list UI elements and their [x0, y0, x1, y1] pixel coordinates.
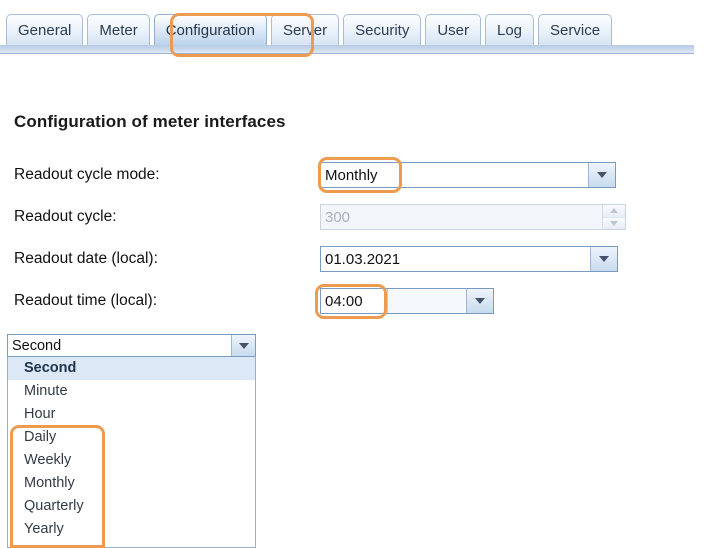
dropdown-option-hour[interactable]: Hour	[8, 403, 255, 426]
select-cycle-mode-open[interactable]: Second	[7, 334, 256, 357]
spinner-down-icon[interactable]	[603, 216, 625, 229]
field-readout-time-wrap: 04:00	[320, 288, 494, 314]
select-readout-time-button[interactable]	[466, 289, 493, 313]
chevron-down-icon	[597, 172, 607, 178]
stepper-readout-cycle-value: 300	[325, 208, 351, 226]
dropdown-option-list: Second Minute Hour Daily Weekly Monthly …	[7, 357, 256, 548]
dropdown-option-weekly[interactable]: Weekly	[8, 449, 255, 472]
select-readout-date-button[interactable]	[590, 247, 617, 271]
tab-strip: General Meter Configuration Server Secur…	[0, 0, 720, 58]
tab-list: General Meter Configuration Server Secur…	[6, 14, 613, 45]
label-readout-time: Readout time (local):	[14, 292, 158, 309]
label-readout-cycle-mode: Readout cycle mode:	[14, 166, 160, 183]
row-readout-cycle: Readout cycle: 300	[14, 204, 714, 230]
chevron-down-icon	[599, 256, 609, 262]
field-readout-date-wrap: 01.03.2021	[320, 246, 618, 272]
select-readout-date-value: 01.03.2021	[321, 247, 590, 271]
select-cycle-mode-open-button[interactable]	[231, 335, 255, 356]
chevron-down-icon	[238, 342, 249, 349]
tab-strip-underline	[0, 45, 694, 54]
field-readout-cycle-wrap: 300	[320, 204, 626, 230]
dropdown-option-quarterly[interactable]: Quarterly	[8, 495, 255, 518]
page-title: Configuration of meter interfaces	[14, 112, 286, 131]
dropdown-option-daily[interactable]: Daily	[8, 426, 255, 449]
tab-log[interactable]: Log	[485, 14, 535, 45]
dropdown-option-minute[interactable]: Minute	[8, 380, 255, 403]
label-readout-cycle: Readout cycle:	[14, 208, 117, 225]
row-readout-time: Readout time (local): 04:00	[14, 288, 714, 314]
select-readout-date[interactable]: 01.03.2021	[320, 246, 618, 272]
dropdown-option-second[interactable]: Second	[8, 357, 255, 380]
tab-general[interactable]: General	[6, 14, 84, 45]
select-readout-cycle-mode-button[interactable]	[588, 163, 615, 187]
dropdown-option-monthly[interactable]: Monthly	[8, 472, 255, 495]
tab-service[interactable]: Service	[538, 14, 613, 45]
select-readout-cycle-mode[interactable]: Monthly	[320, 162, 616, 188]
row-readout-cycle-mode: Readout cycle mode: Monthly	[14, 162, 714, 188]
stepper-readout-cycle[interactable]: 300	[320, 204, 626, 230]
tab-security[interactable]: Security	[343, 14, 422, 45]
spinner-up-icon[interactable]	[603, 205, 625, 217]
select-cycle-mode-open-value: Second	[12, 337, 62, 354]
dropdown-option-yearly[interactable]: Yearly	[8, 518, 255, 541]
tab-user[interactable]: User	[425, 14, 481, 45]
stepper-readout-cycle-buttons[interactable]	[602, 205, 625, 229]
select-readout-cycle-mode-value: Monthly	[321, 163, 588, 187]
tab-meter[interactable]: Meter	[87, 14, 150, 45]
select-readout-time-value[interactable]: 04:00	[321, 289, 388, 313]
chevron-down-icon	[475, 298, 485, 304]
field-readout-cycle-mode-wrap: Monthly	[320, 162, 616, 188]
select-readout-time-filler	[388, 289, 466, 313]
tab-server[interactable]: Server	[270, 14, 340, 45]
tab-configuration[interactable]: Configuration	[153, 14, 267, 45]
label-readout-date: Readout date (local):	[14, 250, 158, 267]
row-readout-date: Readout date (local): 01.03.2021	[14, 246, 714, 272]
select-readout-time[interactable]: 04:00	[320, 288, 494, 314]
